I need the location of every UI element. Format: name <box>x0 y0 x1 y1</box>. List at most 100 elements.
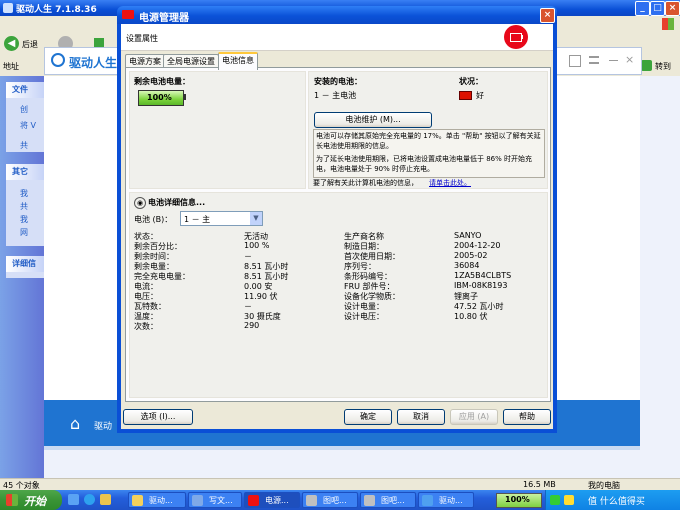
tab-global-settings[interactable]: 全局电源设置 <box>163 54 219 68</box>
place-item[interactable]: 网 <box>20 227 28 238</box>
minimize-icon[interactable]: _ <box>635 1 650 16</box>
place-item[interactable]: 我 <box>20 188 28 199</box>
chevron-down-icon[interactable]: ▼ <box>250 212 262 225</box>
file-tasks-header[interactable]: 文件 <box>6 82 44 98</box>
battery-status-icon <box>459 91 472 100</box>
battery-maintenance-button[interactable]: 电池维护 (M)... <box>314 112 432 128</box>
battery-description-1: 电池可以存储其原始完全充电量的 17%。单击 "帮助" 按钮以了解有关延长电池使… <box>316 132 541 150</box>
explorer-task-pane: 文件 创 将 V 共 其它 我 共 我 网 详细信 <box>0 76 44 478</box>
tray-icon[interactable] <box>564 495 574 505</box>
installed-label: 安装的电池： <box>314 77 362 86</box>
detail-key: 设计电压： <box>344 312 384 321</box>
address-label: 地址 <box>3 62 19 71</box>
dialog-header: 设置属性 <box>121 24 553 51</box>
detail-value: SANYO <box>454 231 482 240</box>
taskbar-item-label: 图吧... <box>323 496 347 505</box>
driver-app-icon <box>422 495 433 506</box>
app-footer-strip <box>44 446 640 450</box>
maximize-icon[interactable]: □ <box>650 1 665 16</box>
ok-button[interactable]: 确定 <box>344 409 392 425</box>
app-icon <box>3 3 13 13</box>
detail-value: IBM-08K8193 <box>454 281 508 290</box>
remaining-label: 剩余电池电量： <box>134 77 190 86</box>
collapse-icon[interactable]: ◉ <box>134 197 146 209</box>
remaining-charge-panel: 剩余电池电量： 100% <box>129 71 306 189</box>
taskbar-item[interactable]: 驱动... <box>418 492 474 508</box>
task-item[interactable]: 创 <box>20 104 28 115</box>
taskbar-item[interactable]: 驱动... <box>128 492 186 508</box>
taskbar-item-label: 驱动... <box>439 496 463 505</box>
close-icon[interactable]: × <box>540 8 555 23</box>
battery-info-panel: 剩余电池电量： 100% 安装的电池： 1 － 主电池 状况： 好 电池维护 (… <box>125 67 551 402</box>
place-item[interactable]: 共 <box>20 201 28 212</box>
apply-button[interactable]: 应用 (A) <box>450 409 498 425</box>
image-icon <box>306 495 317 506</box>
menu-icon[interactable] <box>589 56 599 64</box>
folder-icon <box>132 495 143 506</box>
file-tasks-box: 文件 创 将 V 共 <box>6 82 44 152</box>
tray-battery-text: 100% <box>505 495 530 504</box>
help-button[interactable]: 帮助 <box>503 409 551 425</box>
other-places-header[interactable]: 其它 <box>6 164 44 180</box>
installed-item: 1 － 主电池 <box>314 91 357 100</box>
tab-power-schemes[interactable]: 电源方案 <box>125 54 165 68</box>
details-header[interactable]: 详细信 <box>6 256 44 272</box>
minimize-icon[interactable] <box>609 60 618 61</box>
shirt-icon[interactable] <box>569 55 581 67</box>
go-button[interactable]: 转到 <box>641 58 678 73</box>
system-tray: 100% 值 什么值得买 <box>496 490 680 510</box>
battery-select-value: 1 － 主 <box>184 215 211 224</box>
battery-description-2: 为了延长电池使用期限，已将电池设置成电池电量低于 86% 时开始充电，电池电量处… <box>316 155 533 173</box>
battery-icon <box>248 495 259 506</box>
detail-value: 10.80 伏 <box>454 312 488 321</box>
info-link[interactable]: 请单击此处。 <box>429 178 471 188</box>
start-label: 开始 <box>24 495 46 508</box>
task-item[interactable]: 共 <box>20 140 28 151</box>
dialog-header-title: 设置属性 <box>126 34 158 43</box>
app-name: 驱动人生 <box>69 56 118 70</box>
taskbar-item[interactable]: 图吧... <box>360 492 416 508</box>
taskbar-item-label: 驱动... <box>149 496 173 505</box>
quicklaunch-media-icon[interactable] <box>100 494 111 505</box>
status-size: 16.5 MB <box>523 480 556 489</box>
home-icon[interactable]: ⌂ <box>70 414 80 433</box>
explorer-title: 驱动人生 7.1.8.36 <box>16 5 97 15</box>
back-icon[interactable]: ◀ <box>4 36 19 51</box>
info-link-prefix: 要了解有关此计算机电池的信息， <box>313 179 418 187</box>
battery-details-panel: ◉ 电池详细信息... 电池 (B)： 1 － 主 ▼ 状态： 无活动 剩余百分比… <box>129 192 548 398</box>
watermark: 值 什么值得买 <box>588 497 645 507</box>
power-manager-title: 电源管理器 <box>139 13 189 24</box>
installed-battery-panel: 安装的电池： 1 － 主电池 状况： 好 电池维护 (M)... 电池可以存储其… <box>308 71 548 189</box>
tab-battery-info[interactable]: 电池信息 <box>218 52 258 70</box>
back-label[interactable]: 后退 <box>22 39 38 50</box>
other-places-box: 其它 我 共 我 网 <box>6 164 44 246</box>
start-button[interactable]: 开始 <box>0 490 62 510</box>
tray-icon[interactable] <box>550 495 560 505</box>
power-manager-titlebar: 电源管理器 × <box>117 6 557 24</box>
place-item[interactable]: 我 <box>20 214 28 225</box>
taskbar-item[interactable]: 图吧... <box>302 492 358 508</box>
status-value: 好 <box>476 91 484 100</box>
go-icon <box>641 60 652 71</box>
options-button[interactable]: 选项 (I)... <box>123 409 193 425</box>
details-title: 电池详细信息... <box>148 198 206 207</box>
quicklaunch-ie-icon[interactable] <box>84 494 95 505</box>
detail-value: 2005-02 <box>454 251 488 260</box>
detail-value: 1ZA5B4CLBTS <box>454 271 512 280</box>
document-icon <box>192 495 203 506</box>
quicklaunch-desktop-icon[interactable] <box>68 494 79 505</box>
detail-value: 36084 <box>454 261 480 270</box>
footer-name[interactable]: 驱动 <box>94 419 112 432</box>
task-item[interactable]: 将 V <box>20 120 36 131</box>
battery-app-icon <box>122 10 134 19</box>
windows-logo-icon <box>6 494 18 506</box>
cancel-button[interactable]: 取消 <box>397 409 445 425</box>
taskbar-item-label: 电源... <box>265 496 289 505</box>
tray-battery-badge[interactable]: 100% <box>496 493 542 508</box>
image-icon <box>364 495 375 506</box>
battery-select[interactable]: 1 － 主 ▼ <box>180 211 263 226</box>
close-icon[interactable]: × <box>665 1 680 16</box>
taskbar-item-power[interactable]: 电源... <box>244 492 300 508</box>
close-icon[interactable]: × <box>625 53 634 66</box>
taskbar-item[interactable]: 写文... <box>188 492 242 508</box>
